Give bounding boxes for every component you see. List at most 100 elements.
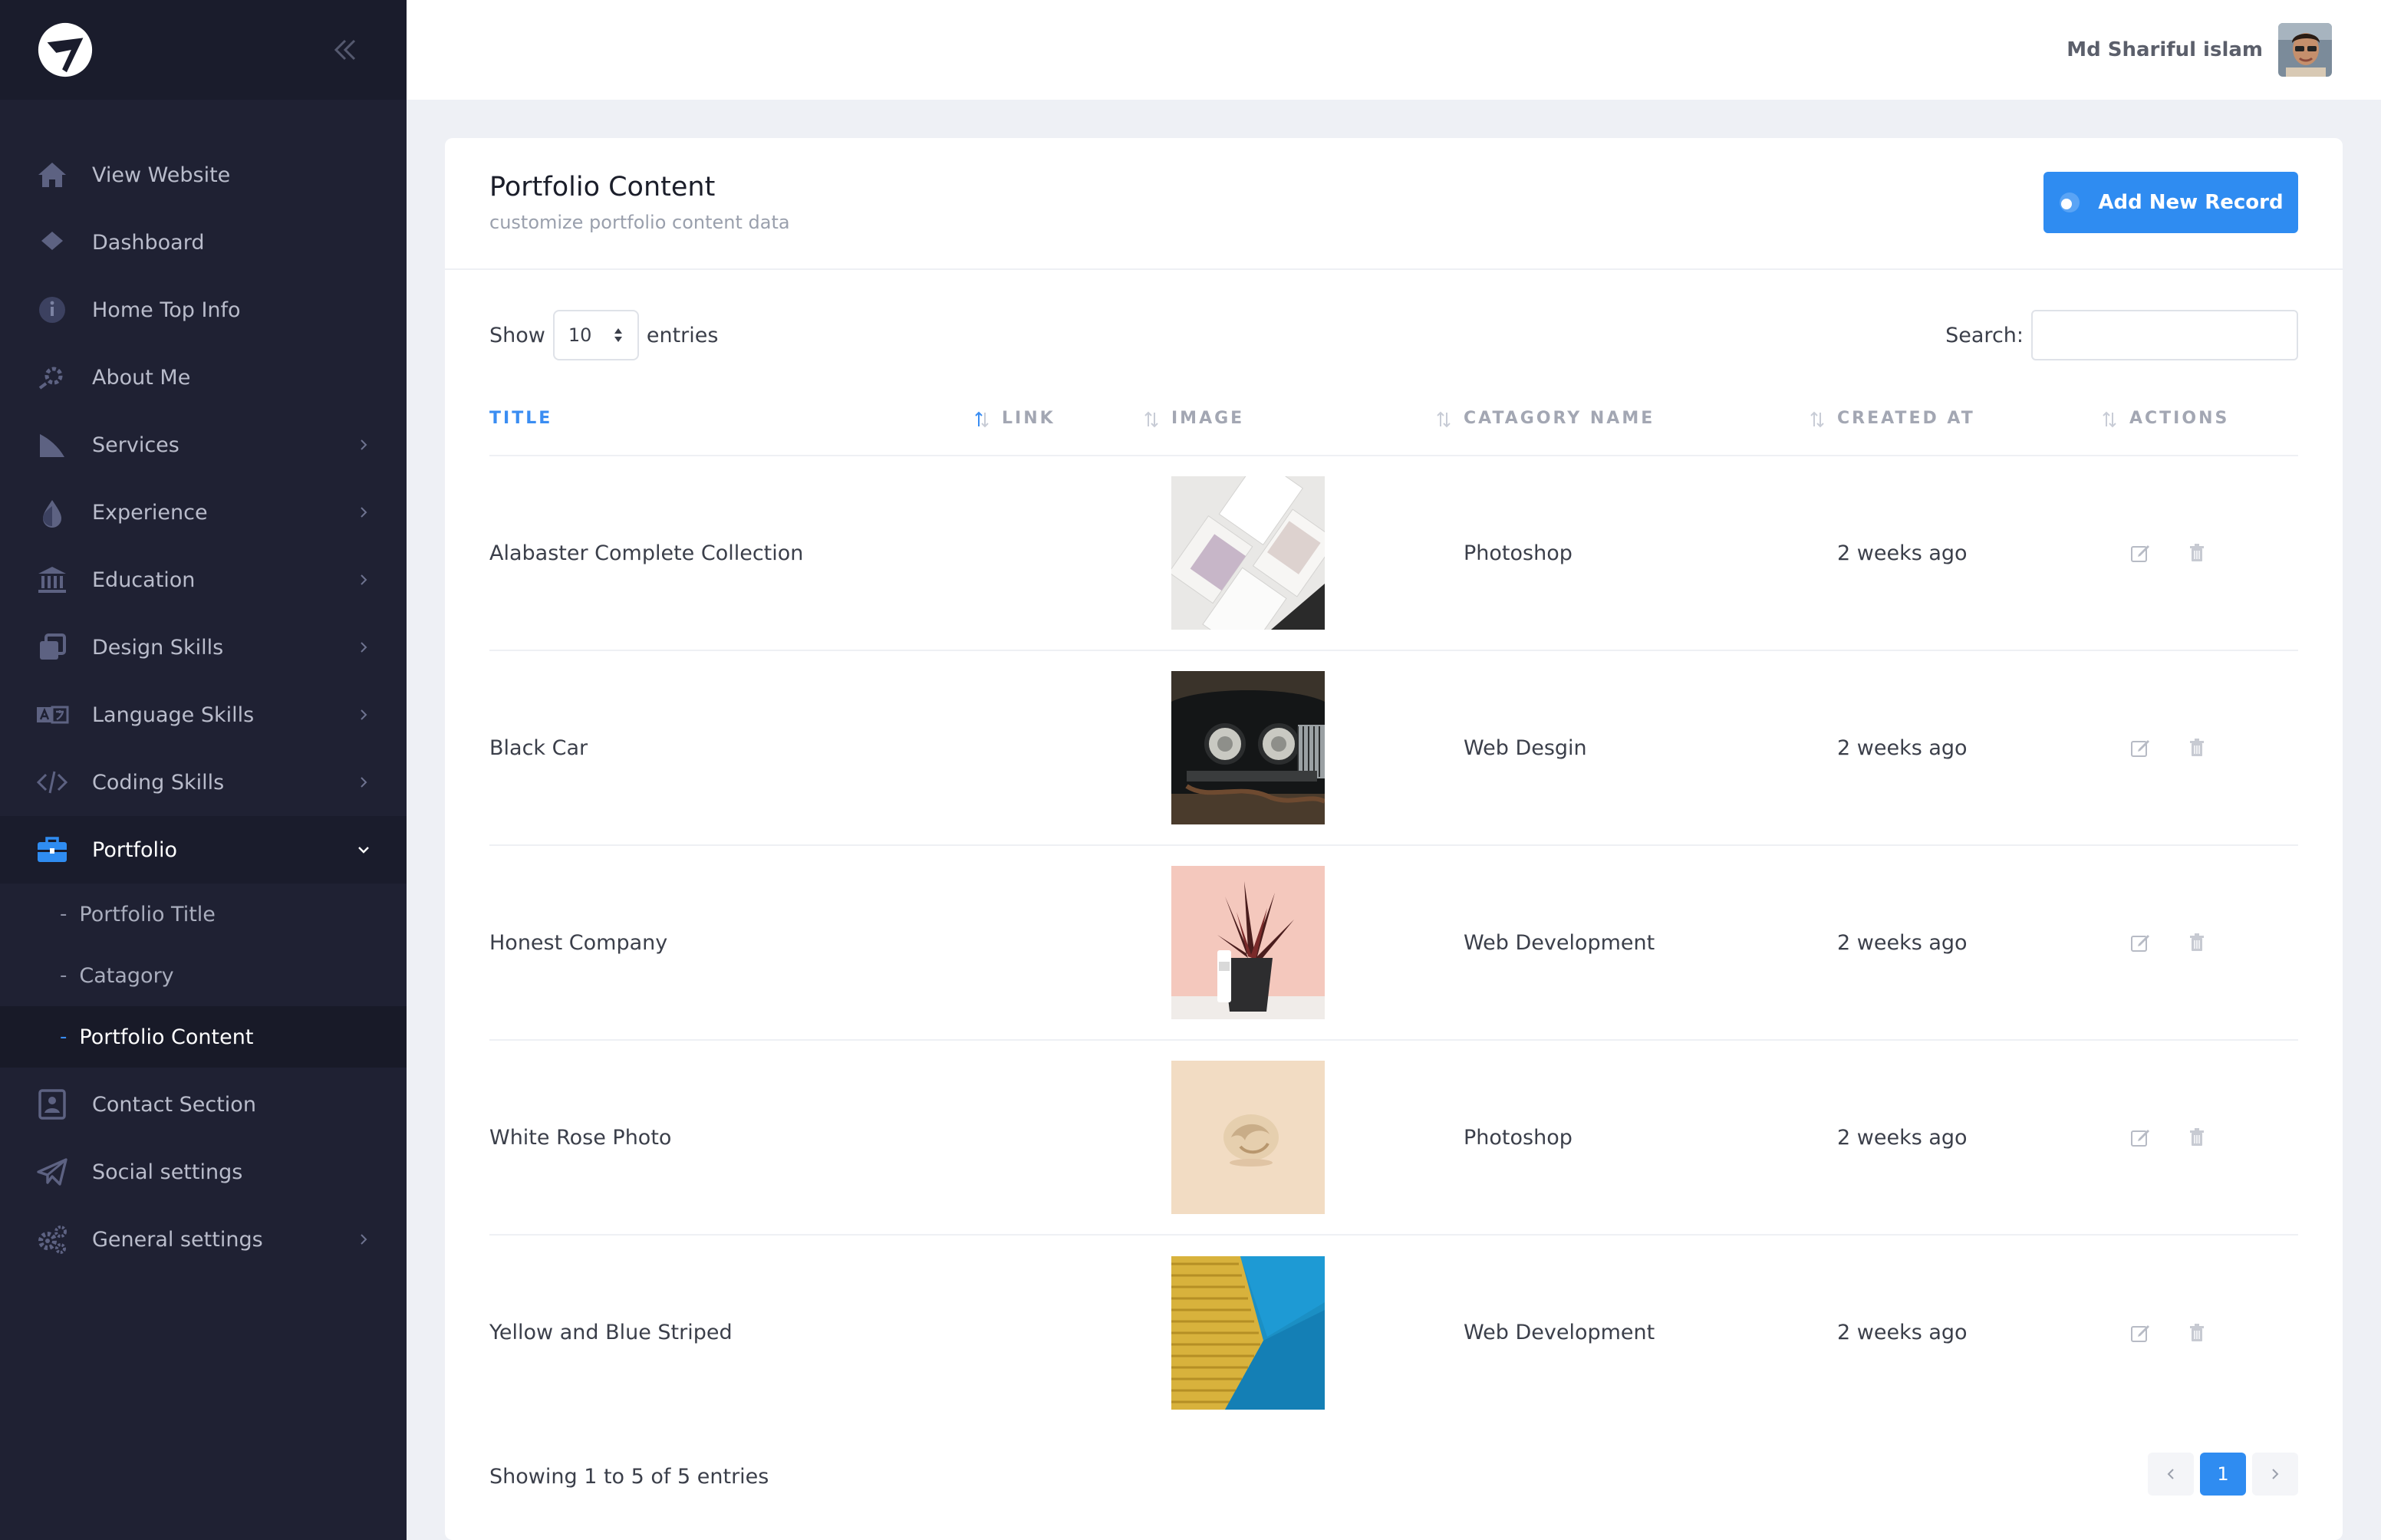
sort-icon bbox=[2103, 411, 2116, 428]
column-header-created-at[interactable]: CREATED AT bbox=[1837, 382, 2129, 456]
column-header-label: IMAGE bbox=[1171, 409, 1245, 428]
edit-icon[interactable] bbox=[2129, 737, 2151, 758]
column-header-image[interactable]: IMAGE bbox=[1171, 382, 1464, 456]
page-subtitle: customize portfolio content data bbox=[489, 212, 790, 233]
sidebar-item-general-settings[interactable]: General settings bbox=[0, 1206, 407, 1273]
entries-select[interactable]: 10 bbox=[552, 310, 639, 360]
edit-icon[interactable] bbox=[2129, 932, 2151, 953]
info-icon bbox=[35, 293, 69, 327]
sidebar-item-coding-skills[interactable]: Coding Skills bbox=[0, 749, 407, 816]
trash-icon[interactable] bbox=[2186, 932, 2208, 953]
cell-image bbox=[1171, 845, 1464, 1041]
cell-actions bbox=[2129, 845, 2298, 1041]
sidebar-item-design-skills[interactable]: Design Skills bbox=[0, 614, 407, 681]
cell-title: Black Car bbox=[489, 650, 1002, 846]
column-header-label: ACTIONS bbox=[2129, 409, 2230, 428]
sidebar-item-dashboard[interactable]: Dashboard bbox=[0, 209, 407, 276]
cell-title: Alabaster Complete Collection bbox=[489, 456, 1002, 651]
page-title: Portfolio Content bbox=[489, 172, 716, 202]
cell-created-at: 2 weeks ago bbox=[1837, 650, 2129, 846]
sidebar-item-about-me[interactable]: About Me bbox=[0, 344, 407, 411]
cogs-icon bbox=[35, 1222, 69, 1256]
collapse-sidebar-icon[interactable] bbox=[330, 35, 361, 65]
sidebar-item-view-website[interactable]: View Website bbox=[0, 141, 407, 209]
edit-icon[interactable] bbox=[2129, 1127, 2151, 1148]
translate-icon bbox=[35, 698, 69, 732]
entries-select-value: 10 bbox=[568, 324, 592, 346]
code-icon bbox=[35, 765, 69, 799]
column-header-link[interactable]: LINK bbox=[1002, 382, 1171, 456]
cell-actions bbox=[2129, 456, 2298, 651]
chevron-right-icon bbox=[361, 709, 367, 720]
column-header-title[interactable]: TITLE bbox=[489, 382, 1002, 456]
sidebar-item-experience[interactable]: Experience bbox=[0, 479, 407, 546]
cell-actions bbox=[2129, 650, 2298, 846]
sidebar-item-label: Design Skills bbox=[92, 635, 224, 660]
logo-icon[interactable] bbox=[35, 20, 95, 80]
briefcase-icon bbox=[35, 833, 69, 867]
cell-title: Honest Company bbox=[489, 845, 1002, 1041]
sidebar-item-label: Education bbox=[92, 568, 196, 592]
cell-link bbox=[1002, 456, 1171, 651]
cell-image bbox=[1171, 650, 1464, 846]
sidebar-item-contact-section[interactable]: Contact Section bbox=[0, 1071, 407, 1138]
sidebar-subitem-portfolio-content[interactable]: - Portfolio Content bbox=[0, 1006, 407, 1068]
cell-category: Web Development bbox=[1464, 845, 1837, 1041]
search-area: Search: bbox=[1945, 310, 2298, 360]
sort-asc-icon bbox=[975, 411, 989, 428]
column-header-catagory-name[interactable]: CATAGORY NAME bbox=[1464, 382, 1837, 456]
table-header-row: TITLE LINK IMAGE CATAGORY NAME CREATED A… bbox=[489, 382, 2298, 456]
edit-icon[interactable] bbox=[2129, 1322, 2151, 1344]
chevron-left-icon bbox=[2167, 1469, 2174, 1479]
sidebar-item-label: Contact Section bbox=[92, 1092, 256, 1117]
add-new-record-button[interactable]: Add New Record bbox=[2043, 172, 2298, 233]
copy-icon bbox=[35, 630, 69, 664]
column-header-label: CATAGORY NAME bbox=[1464, 409, 1655, 428]
portfolio-thumbnail bbox=[1171, 671, 1325, 824]
sidebar-item-label: Language Skills bbox=[92, 703, 255, 727]
entries-label: entries bbox=[646, 323, 719, 347]
portfolio-thumbnail bbox=[1171, 866, 1325, 1019]
avatar[interactable] bbox=[2278, 23, 2332, 77]
table-row: Black Car Web Desgin 2 weeks ago bbox=[489, 650, 2298, 846]
sidebar-item-label: General settings bbox=[92, 1227, 263, 1252]
sidebar-item-social-settings[interactable]: Social settings bbox=[0, 1138, 407, 1206]
add-new-record-label: Add New Record bbox=[2098, 191, 2284, 214]
contact-icon bbox=[35, 1088, 69, 1121]
row-actions bbox=[2129, 1127, 2298, 1148]
edit-icon[interactable] bbox=[2129, 542, 2151, 564]
pagination-next-button[interactable] bbox=[2252, 1453, 2298, 1496]
pagination-prev-button[interactable] bbox=[2148, 1453, 2194, 1496]
trash-icon[interactable] bbox=[2186, 737, 2208, 758]
sidebar-item-label: Social settings bbox=[92, 1160, 243, 1184]
cell-image bbox=[1171, 1040, 1464, 1236]
sidebar-item-services[interactable]: Services bbox=[0, 411, 407, 479]
sidebar-item-label: Coding Skills bbox=[92, 770, 225, 795]
sidebar-item-label: Services bbox=[92, 433, 179, 457]
sidebar-subitem-portfolio-title[interactable]: - Portfolio Title bbox=[0, 884, 407, 945]
sort-icon bbox=[1144, 411, 1158, 428]
chevron-right-icon bbox=[361, 1234, 367, 1245]
trash-icon[interactable] bbox=[2186, 1322, 2208, 1344]
bullet-dash: - bbox=[60, 1025, 68, 1048]
pagination-page-button[interactable]: 1 bbox=[2200, 1453, 2246, 1496]
portfolio-thumbnail bbox=[1171, 1255, 1325, 1410]
trash-icon[interactable] bbox=[2186, 542, 2208, 564]
cell-link bbox=[1002, 1235, 1171, 1430]
send-icon bbox=[35, 1155, 69, 1189]
sidebar-item-home-top-info[interactable]: Home Top Info bbox=[0, 276, 407, 344]
sidebar-item-portfolio[interactable]: Portfolio bbox=[0, 816, 407, 884]
pagination: 1 bbox=[2142, 1453, 2298, 1496]
cell-link bbox=[1002, 1040, 1171, 1236]
portfolio-content-card: Portfolio Content customize portfolio co… bbox=[445, 138, 2343, 1540]
sidebar-subitem-catagory[interactable]: - Catagory bbox=[0, 945, 407, 1006]
search-input[interactable] bbox=[2031, 310, 2298, 360]
trash-icon[interactable] bbox=[2186, 1127, 2208, 1148]
user-name[interactable]: Md Shariful islam bbox=[2066, 38, 2263, 61]
sidebar-item-education[interactable]: Education bbox=[0, 546, 407, 614]
sidebar-item-language-skills[interactable]: Language Skills bbox=[0, 681, 407, 749]
table-info: Showing 1 to 5 of 5 entries bbox=[489, 1465, 769, 1489]
bullet-dash: - bbox=[60, 964, 68, 987]
cell-title: White Rose Photo bbox=[489, 1040, 1002, 1236]
row-actions bbox=[2129, 932, 2298, 953]
